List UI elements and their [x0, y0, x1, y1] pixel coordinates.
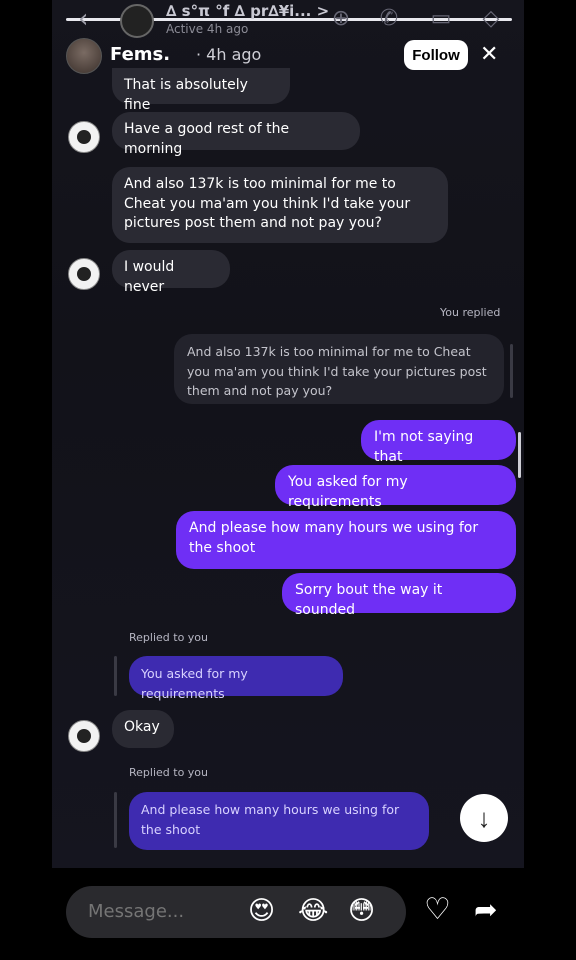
message-outgoing[interactable]: And please how many hours we using for t… — [176, 511, 516, 569]
sender-avatar[interactable] — [68, 121, 100, 153]
reply-indicator-bar — [114, 656, 117, 696]
story-username[interactable]: Fems. — [110, 44, 170, 65]
sender-avatar[interactable] — [68, 258, 100, 290]
you-replied-label: You replied — [440, 306, 501, 319]
quoted-message[interactable]: You asked for my requirements — [129, 656, 343, 701]
tag-icon[interactable]: ◇ — [478, 6, 504, 31]
message-input[interactable] — [88, 901, 238, 922]
message-incoming[interactable]: I would never — [112, 250, 230, 295]
message-incoming[interactable]: That is absolutely fine — [112, 68, 290, 113]
scrollbar[interactable] — [518, 432, 521, 478]
message-outgoing[interactable]: I'm not saying that — [361, 420, 516, 465]
quick-reaction-heart-eyes[interactable]: 😍 — [248, 895, 275, 927]
replied-to-you-label: Replied to you — [129, 766, 209, 779]
phone-icon[interactable]: ✆ — [376, 6, 402, 31]
video-icon[interactable]: ▭ — [428, 6, 454, 31]
reply-indicator-bar — [114, 792, 117, 848]
message-incoming[interactable]: Have a good rest of the morning — [112, 112, 360, 157]
heart-icon[interactable]: ♡ — [424, 892, 451, 927]
scroll-down-button[interactable]: ↓ — [460, 794, 508, 842]
back-icon[interactable]: ‹ — [78, 4, 88, 34]
story-avatar[interactable] — [66, 38, 102, 74]
sender-avatar[interactable] — [68, 720, 100, 752]
share-icon[interactable]: ➦ — [474, 893, 497, 926]
quoted-message[interactable]: And also 137k is too minimal for me to C… — [174, 334, 504, 404]
message-outgoing[interactable]: Sorry bout the way it sounded — [282, 573, 516, 618]
reply-indicator-bar — [510, 344, 513, 398]
follow-button[interactable]: Follow — [404, 40, 468, 70]
replied-to-you-label: Replied to you — [129, 631, 209, 644]
quick-reaction-laughing[interactable]: 😂 — [298, 895, 328, 927]
message-incoming[interactable]: And also 137k is too minimal for me to C… — [112, 167, 448, 243]
quoted-message[interactable]: And please how many hours we using for t… — [129, 792, 429, 850]
close-icon[interactable]: ✕ — [480, 42, 498, 67]
message-incoming[interactable]: Okay — [112, 710, 174, 748]
quick-reaction-flushed[interactable]: 😳 — [348, 895, 375, 927]
chat-title[interactable]: ∆ s°π °f ∆ pr∆¥i... > — [166, 2, 329, 20]
chat-avatar[interactable] — [120, 4, 154, 38]
add-icon[interactable]: ⊕ — [328, 6, 354, 31]
chat-status: Active 4h ago — [166, 22, 249, 36]
message-outgoing[interactable]: You asked for my requirements — [275, 465, 516, 510]
story-time: · 4h ago — [196, 45, 262, 64]
